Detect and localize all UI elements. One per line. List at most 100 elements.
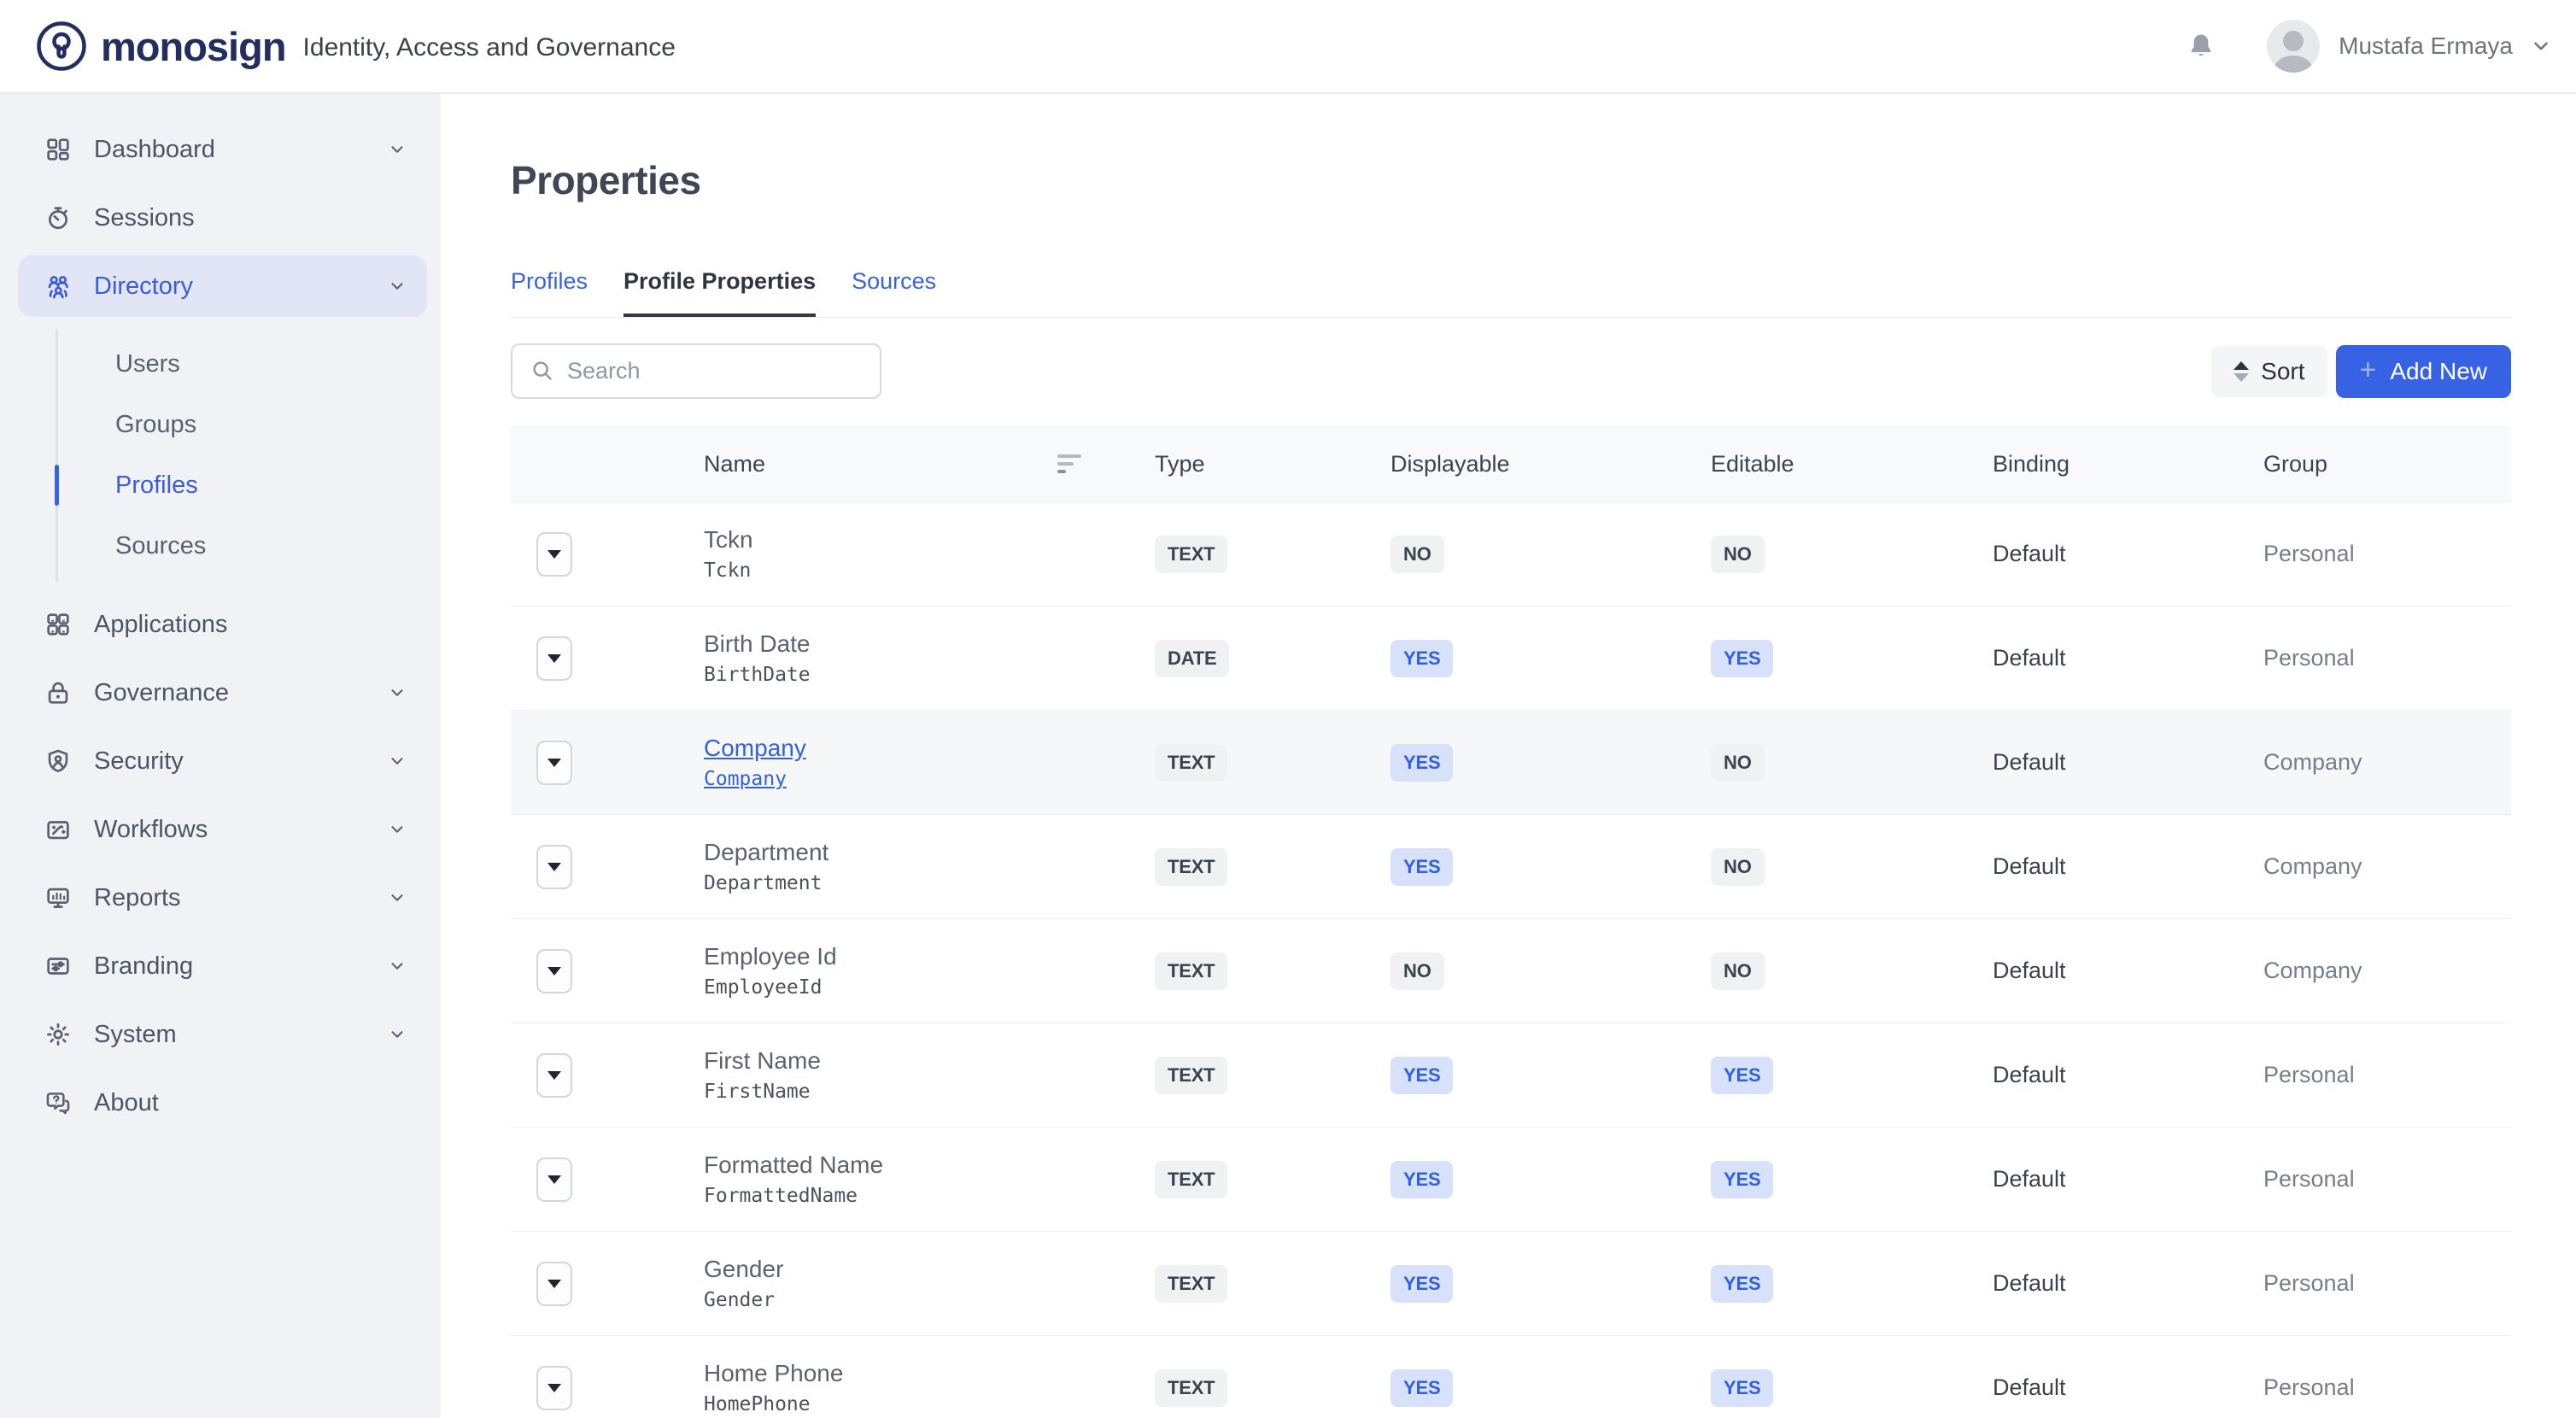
sidebar-item-sources[interactable]: Sources	[115, 516, 441, 577]
header-name: Name	[704, 451, 1155, 478]
displayable-badge: YES	[1390, 640, 1453, 677]
editable-badge: YES	[1711, 1265, 1773, 1303]
sidebar-item-workflows[interactable]: Workflows	[18, 799, 427, 860]
header-displayable: Displayable	[1390, 451, 1711, 478]
table-row: Home Phone HomePhone TEXT YES YES Defaul…	[511, 1335, 2511, 1418]
chevron-down-icon	[388, 1025, 407, 1044]
group-value: Personal	[2263, 1166, 2511, 1192]
property-key: Tckn	[704, 560, 1155, 582]
binding-value: Default	[1993, 1166, 2263, 1192]
sidebar-item-security[interactable]: Security	[18, 730, 427, 792]
submenu-rail	[56, 329, 58, 582]
row-actions-dropdown-button[interactable]	[536, 949, 572, 993]
sidebar-item-governance[interactable]: Governance	[18, 662, 427, 724]
header-binding: Binding	[1993, 451, 2263, 478]
row-actions-dropdown-button[interactable]	[536, 741, 572, 785]
property-key[interactable]: Company	[704, 768, 1155, 790]
row-actions-dropdown-button[interactable]	[536, 845, 572, 889]
sidebar-item-label: Sessions	[94, 204, 195, 232]
user-avatar[interactable]	[2267, 20, 2320, 73]
user-name: Mustafa Ermaya	[2339, 32, 2513, 60]
table-row: Company Company TEXT YES NO Default Comp…	[511, 710, 2511, 814]
group-value: Personal	[2263, 541, 2511, 567]
search-input[interactable]	[511, 343, 881, 399]
sort-button[interactable]: Sort	[2211, 346, 2327, 397]
page-title: Properties	[511, 156, 2511, 204]
group-value: Personal	[2263, 645, 2511, 671]
brand[interactable]: monosign Identity, Access and Governance	[34, 19, 676, 73]
gear-icon	[44, 1020, 73, 1049]
type-badge: TEXT	[1155, 1057, 1227, 1094]
row-actions-dropdown-button[interactable]	[536, 1157, 572, 1202]
tab-sources[interactable]: Sources	[852, 267, 936, 317]
sidebar-item-reports[interactable]: Reports	[18, 867, 427, 929]
editable-badge: NO	[1711, 536, 1765, 573]
group-value: Company	[2263, 749, 2511, 776]
user-menu-chevron-down-icon[interactable]	[2530, 35, 2552, 57]
header-editable: Editable	[1711, 451, 1993, 478]
caret-down-icon	[547, 1280, 561, 1288]
sidebar-item-label: About	[94, 1089, 159, 1117]
sidebar-item-label: Dashboard	[94, 136, 215, 164]
sidebar-item-about[interactable]: About	[18, 1072, 427, 1134]
add-new-button-label: Add New	[2390, 358, 2487, 385]
notifications-bell-icon[interactable]	[2185, 29, 2217, 63]
sidebar-item-label: Reports	[94, 884, 181, 912]
sidebar-item-directory[interactable]: Directory	[18, 255, 427, 317]
sidebar-item-dashboard[interactable]: Dashboard	[18, 119, 427, 180]
tab-profile-properties[interactable]: Profile Properties	[624, 267, 816, 317]
sidebar-item-label: Applications	[94, 611, 227, 639]
group-value: Personal	[2263, 1062, 2511, 1088]
table-row: Birth Date BirthDate DATE YES YES Defaul…	[511, 606, 2511, 710]
row-actions-dropdown-button[interactable]	[536, 1366, 572, 1410]
directory-submenu: Users Groups Profiles Sources	[0, 324, 441, 585]
main-content: Properties Profiles Profile Properties S…	[441, 94, 2576, 1418]
dashboard-icon	[44, 135, 73, 164]
displayable-badge: YES	[1390, 1057, 1453, 1094]
row-actions-dropdown-button[interactable]	[536, 636, 572, 681]
sidebar-item-groups[interactable]: Groups	[115, 395, 441, 455]
toolbar: Sort + Add New	[511, 343, 2511, 399]
row-actions-dropdown-button[interactable]	[536, 1053, 572, 1098]
property-name: Home Phone	[704, 1360, 1155, 1387]
caret-down-icon	[547, 1384, 561, 1392]
sidebar-item-label: Workflows	[94, 816, 208, 844]
sidebar-item-system[interactable]: System	[18, 1004, 427, 1065]
caret-down-icon	[547, 654, 561, 663]
row-actions-dropdown-button[interactable]	[536, 532, 572, 577]
type-badge: TEXT	[1155, 952, 1227, 990]
table-row: Formatted Name FormattedName TEXT YES YE…	[511, 1127, 2511, 1231]
group-value: Company	[2263, 853, 2511, 880]
caret-down-icon	[547, 967, 561, 976]
sidebar-item-branding[interactable]: Branding	[18, 935, 427, 997]
sidebar-subitem-label: Groups	[115, 411, 196, 439]
wand-card-icon	[44, 815, 73, 844]
property-name: Department	[704, 839, 1155, 866]
tab-profiles[interactable]: Profiles	[511, 267, 588, 317]
sidebar-item-users[interactable]: Users	[115, 334, 441, 395]
sidebar-item-sessions[interactable]: Sessions	[18, 187, 427, 249]
sidebar-item-label: System	[94, 1021, 177, 1049]
row-actions-dropdown-button[interactable]	[536, 1262, 572, 1306]
sort-button-label: Sort	[2261, 358, 2304, 385]
add-new-button[interactable]: + Add New	[2336, 345, 2511, 398]
sidebar-item-profiles[interactable]: Profiles	[115, 455, 441, 516]
chevron-down-icon	[388, 957, 407, 976]
type-badge: TEXT	[1155, 1369, 1227, 1407]
displayable-badge: YES	[1390, 848, 1453, 886]
sidebar-item-applications[interactable]: Applications	[18, 594, 427, 655]
caret-down-icon	[547, 1071, 561, 1080]
binding-value: Default	[1993, 749, 2263, 776]
sidebar-subitem-label: Sources	[115, 532, 206, 560]
header-group: Group	[2263, 451, 2511, 478]
sort-bars-icon[interactable]	[1057, 454, 1081, 473]
type-badge: TEXT	[1155, 536, 1227, 573]
type-badge: TEXT	[1155, 1161, 1227, 1198]
property-name: Gender	[704, 1256, 1155, 1283]
displayable-badge: YES	[1390, 1265, 1453, 1303]
binding-value: Default	[1993, 1374, 2263, 1401]
binding-value: Default	[1993, 958, 2263, 984]
property-name[interactable]: Company	[704, 735, 1155, 762]
property-key: FirstName	[704, 1081, 1155, 1103]
type-badge: TEXT	[1155, 848, 1227, 886]
